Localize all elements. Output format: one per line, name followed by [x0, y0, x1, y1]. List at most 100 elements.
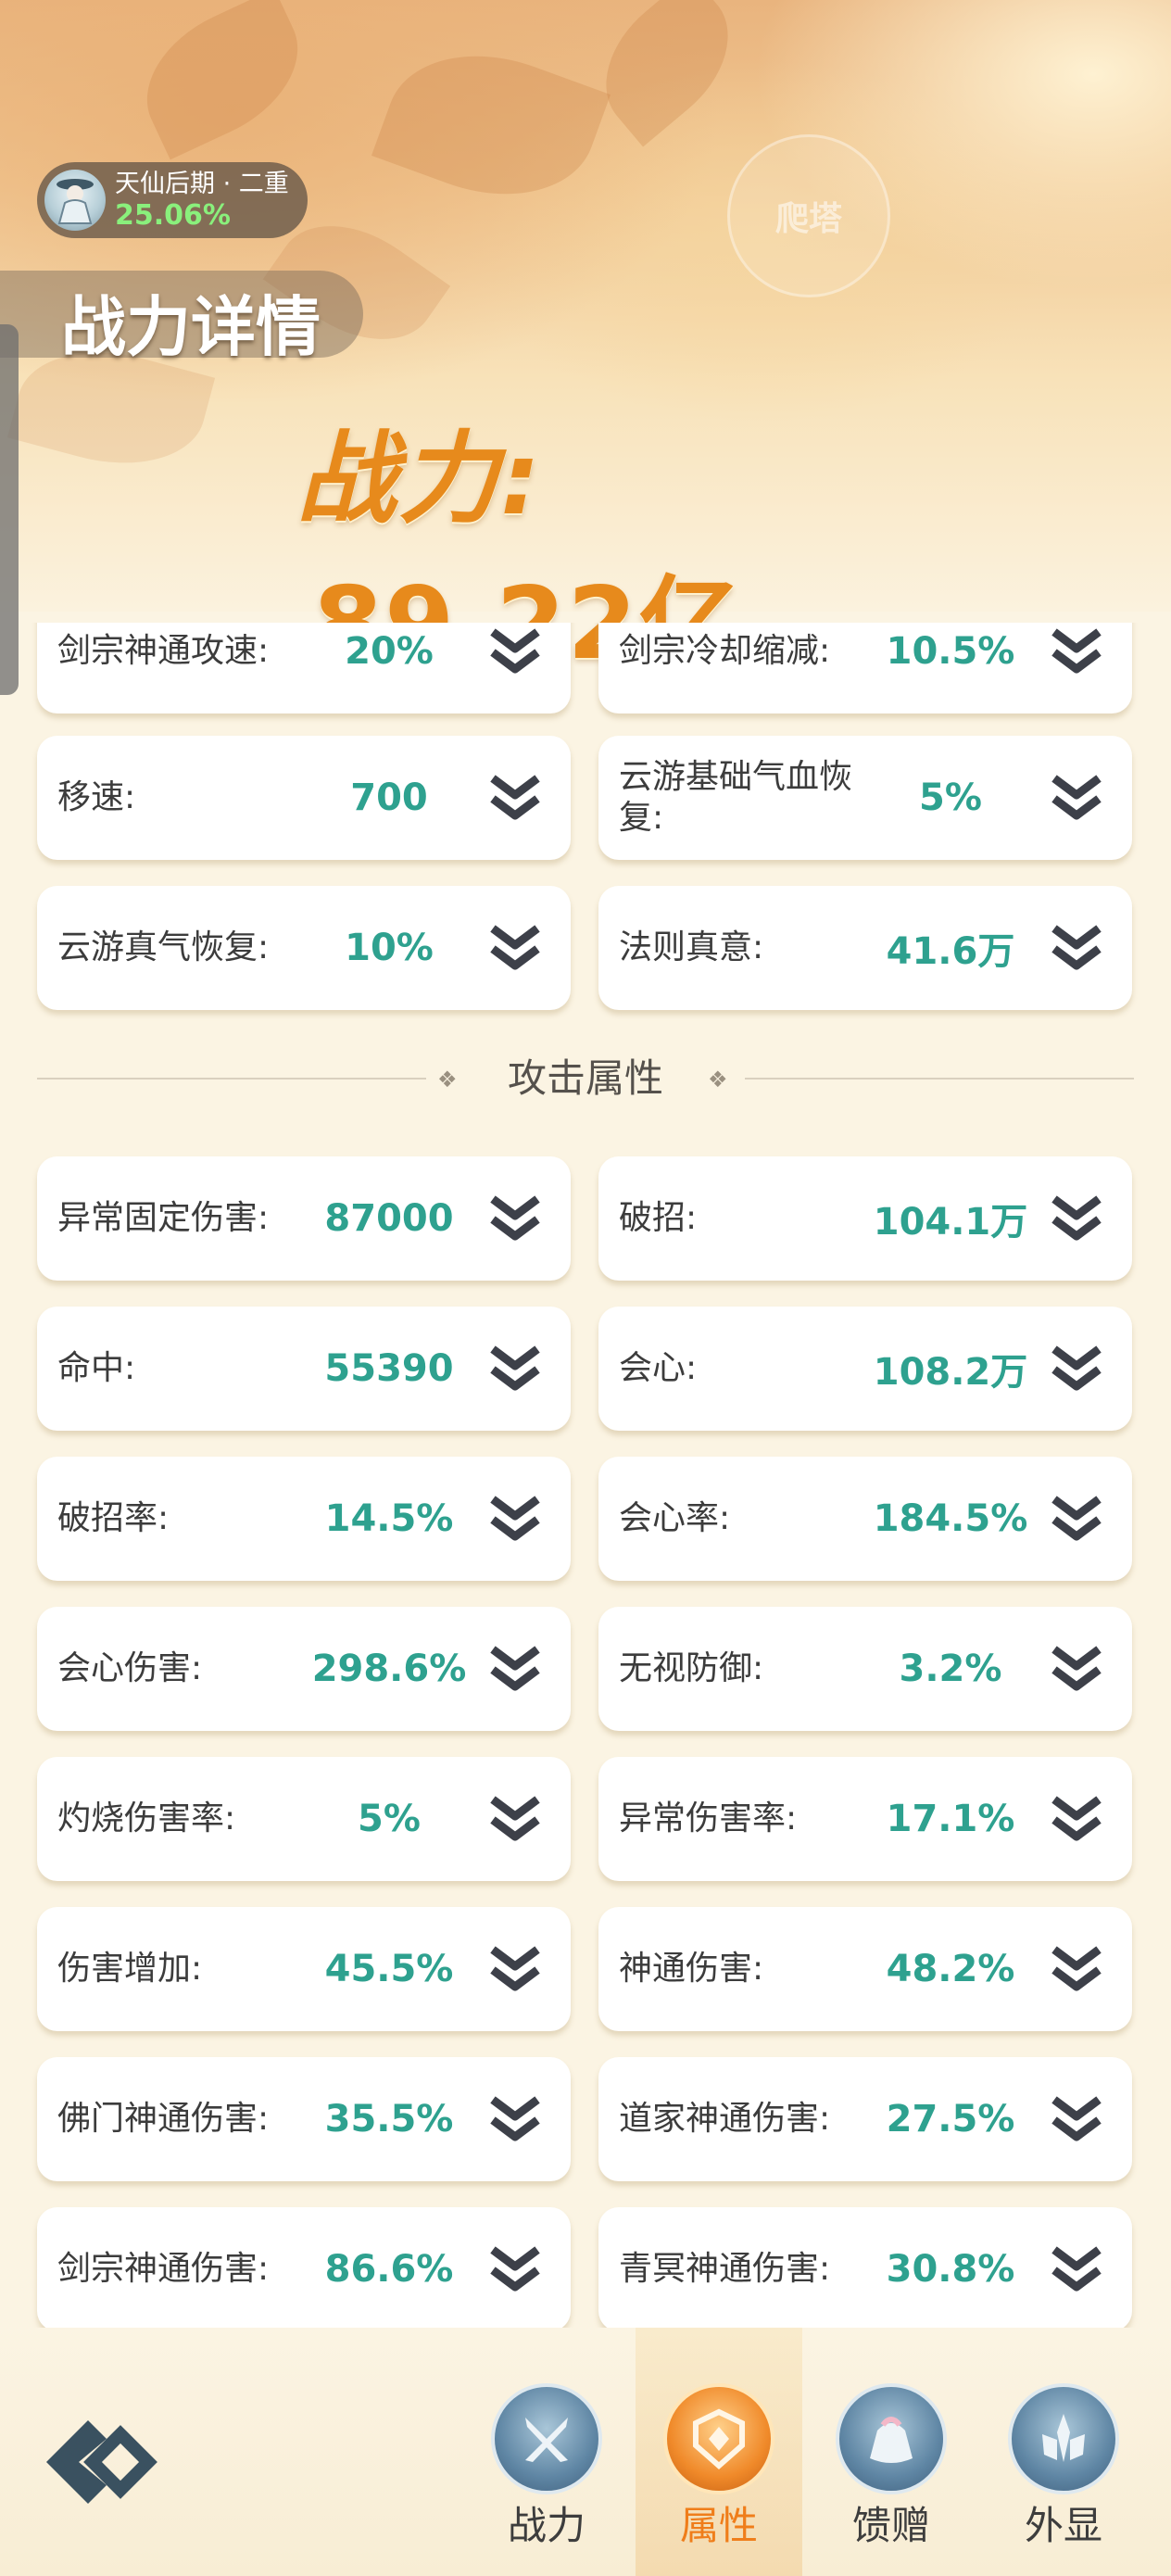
chevron-down-icon[interactable]	[487, 2244, 543, 2296]
chevron-down-icon[interactable]	[487, 923, 543, 975]
chevron-down-icon[interactable]	[1049, 2094, 1104, 2146]
chevron-down-icon[interactable]	[1049, 1794, 1104, 1846]
sword-icon	[491, 2383, 602, 2494]
stat-value: 298.6%	[311, 1648, 467, 1690]
stat-value: 104.1万	[873, 1201, 1028, 1244]
stat-value: 45.5%	[324, 1948, 454, 1990]
back-logo-icon[interactable]	[37, 2411, 157, 2513]
tab-label: 战力	[507, 2503, 586, 2548]
decor-leaf	[371, 24, 611, 226]
stat-label: 灼烧伤害率:	[57, 1799, 236, 1837]
chevron-down-icon[interactable]	[487, 626, 543, 678]
attribute-icon	[663, 2383, 774, 2494]
chevron-down-icon[interactable]	[1049, 1644, 1104, 1696]
chevron-down-icon[interactable]	[487, 1344, 543, 1395]
stat-label: 异常伤害率:	[619, 1799, 798, 1837]
realm-name: 天仙后期 · 二重	[115, 170, 289, 198]
tab-attributes[interactable]: 属性	[636, 2328, 802, 2576]
stat-card[interactable]: 剑宗神通伤害: 86.6%	[37, 2207, 571, 2328]
stat-value: 3.2%	[899, 1648, 1002, 1690]
stat-card[interactable]: 伤害增加: 45.5%	[37, 1907, 571, 2031]
stat-card[interactable]: 会心: 108.2万	[598, 1307, 1132, 1431]
bottom-nav: 战力 属性 馈赠 外显	[0, 2328, 1171, 2576]
stat-value: 108.2万	[873, 1351, 1028, 1394]
chevron-down-icon[interactable]	[487, 1944, 543, 1996]
chevron-down-icon[interactable]	[487, 773, 543, 825]
stat-label: 法则真意:	[619, 928, 764, 966]
stat-card[interactable]: 会心率: 184.5%	[598, 1457, 1132, 1581]
stat-card[interactable]: 命中: 55390	[37, 1307, 571, 1431]
stat-value: 30.8%	[886, 2248, 1015, 2291]
stat-label: 云游基础气血恢复:	[619, 758, 853, 837]
stat-card[interactable]: 无视防御: 3.2%	[598, 1607, 1132, 1731]
realm-badge[interactable]: 天仙后期 · 二重 25.06%	[37, 162, 308, 238]
stat-card[interactable]: 云游基础气血恢复: 5%	[598, 736, 1132, 860]
stat-card[interactable]: 破招率: 14.5%	[37, 1457, 571, 1581]
section-divider: ❖ 攻击属性 ❖	[37, 1051, 1134, 1106]
stat-label: 无视防御:	[619, 1649, 764, 1687]
tower-button[interactable]: 爬塔	[727, 134, 890, 297]
stat-value: 10.5%	[886, 630, 1015, 673]
stat-value: 17.1%	[886, 1798, 1015, 1840]
stat-card[interactable]: 移速: 700	[37, 736, 571, 860]
page-title: 战力详情	[61, 289, 321, 365]
stat-label: 破招率:	[57, 1499, 170, 1537]
chevron-down-icon[interactable]	[1049, 1193, 1104, 1245]
gift-bag-icon	[836, 2383, 947, 2494]
stat-card[interactable]: 异常伤害率: 17.1%	[598, 1757, 1132, 1881]
stat-card[interactable]: 破招: 104.1万	[598, 1156, 1132, 1281]
stat-value: 14.5%	[324, 1497, 454, 1540]
chevron-down-icon[interactable]	[487, 1193, 543, 1245]
stats-list[interactable]: 剑宗神通攻速: 20% 剑宗冷却缩减: 10.5% 移速: 700 云游基础气血…	[0, 623, 1171, 2328]
stat-card[interactable]: 云游真气恢复: 10%	[37, 886, 571, 1010]
stat-label: 移速:	[57, 778, 136, 816]
stat-card[interactable]: 青冥神通伤害: 30.8%	[598, 2207, 1132, 2328]
stat-label: 剑宗神通伤害:	[57, 2250, 270, 2288]
stat-label: 会心:	[619, 1349, 698, 1387]
chevron-down-icon[interactable]	[1049, 626, 1104, 678]
stat-card[interactable]: 道家神通伤害: 27.5%	[598, 2057, 1132, 2181]
stat-card[interactable]: 法则真意: 41.6万	[598, 886, 1132, 1010]
realm-progress: 25.06%	[115, 199, 231, 232]
decor-leaf	[577, 0, 757, 147]
chevron-down-icon[interactable]	[1049, 1494, 1104, 1546]
chevron-down-icon[interactable]	[1049, 773, 1104, 825]
tab-appearance[interactable]: 外显	[980, 2328, 1147, 2576]
tab-label: 属性	[679, 2503, 758, 2548]
stat-label: 剑宗神通攻速:	[57, 632, 270, 670]
stat-value: 184.5%	[873, 1497, 1028, 1540]
stat-label: 会心率:	[619, 1499, 731, 1537]
stat-card[interactable]: 剑宗冷却缩减: 10.5%	[598, 623, 1132, 713]
chevron-down-icon[interactable]	[1049, 1344, 1104, 1395]
chevron-down-icon[interactable]	[1049, 2244, 1104, 2296]
chevron-down-icon[interactable]	[487, 2094, 543, 2146]
diamond-icon: ❖	[708, 1067, 728, 1092]
stat-card[interactable]: 佛门神通伤害: 35.5%	[37, 2057, 571, 2181]
stat-card[interactable]: 灼烧伤害率: 5%	[37, 1757, 571, 1881]
stat-card[interactable]: 异常固定伤害: 87000	[37, 1156, 571, 1281]
stat-value: 5%	[358, 1798, 421, 1840]
stat-value: 41.6万	[886, 930, 1015, 973]
stat-card[interactable]: 会心伤害: 298.6%	[37, 1607, 571, 1731]
chevron-down-icon[interactable]	[1049, 923, 1104, 975]
combat-power-label: 战力:	[296, 422, 543, 537]
stat-value: 55390	[324, 1347, 454, 1390]
stat-card[interactable]: 剑宗神通攻速: 20%	[37, 623, 571, 713]
stat-value: 700	[350, 777, 428, 819]
chevron-down-icon[interactable]	[487, 1644, 543, 1696]
tab-gift[interactable]: 馈赠	[808, 2328, 975, 2576]
stat-value: 35.5%	[324, 2098, 454, 2140]
stat-card[interactable]: 神通伤害: 48.2%	[598, 1907, 1132, 2031]
stat-value: 5%	[919, 777, 982, 819]
stat-value: 10%	[345, 927, 434, 969]
stat-label: 道家神通伤害:	[619, 2100, 831, 2138]
stat-label: 破招:	[619, 1199, 698, 1237]
stat-value: 87000	[324, 1197, 454, 1240]
chevron-down-icon[interactable]	[487, 1494, 543, 1546]
chevron-down-icon[interactable]	[487, 1794, 543, 1846]
stat-value: 86.6%	[324, 2248, 454, 2291]
tab-power[interactable]: 战力	[463, 2328, 630, 2576]
stat-label: 神通伤害:	[619, 1950, 764, 1988]
chevron-down-icon[interactable]	[1049, 1944, 1104, 1996]
decor-leaf	[123, 0, 321, 160]
